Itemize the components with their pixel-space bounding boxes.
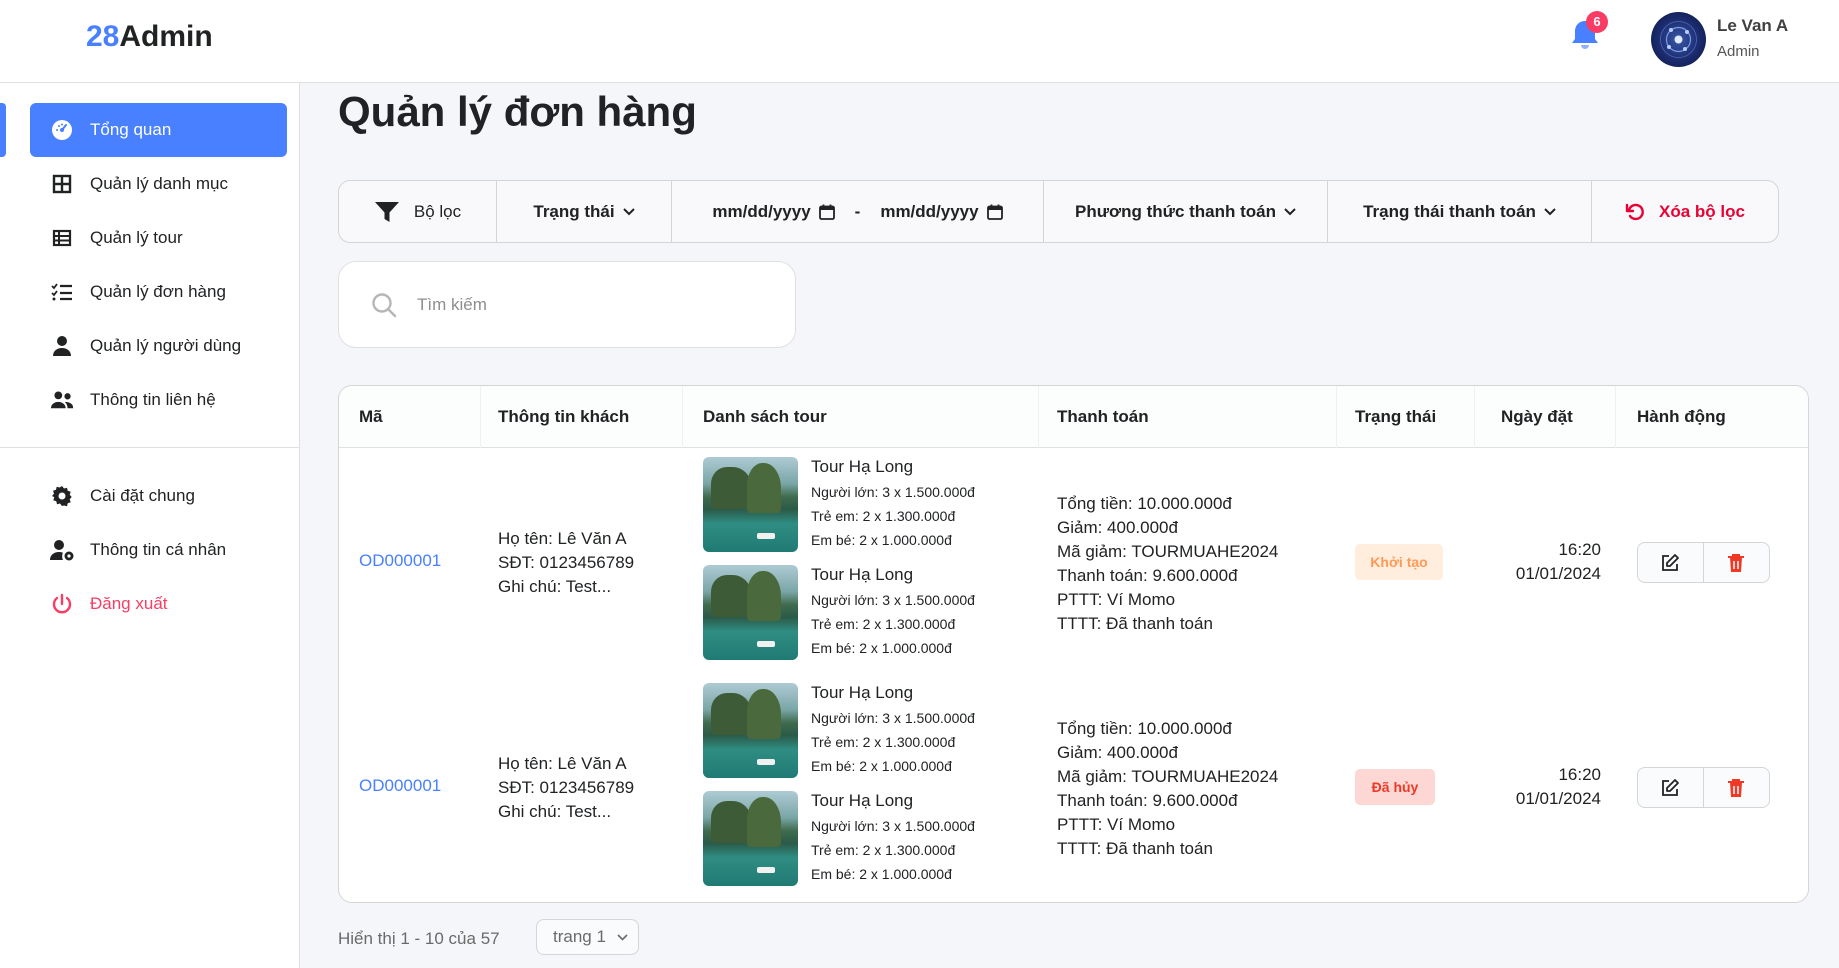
header-separator (1336, 386, 1337, 448)
filter-icon (374, 201, 399, 222)
sidebar-item-settings[interactable]: Cài đặt chung (30, 469, 287, 523)
customer-info: Họ tên: Lê Văn A SĐT: 0123456789 Ghi chú… (498, 529, 635, 596)
table-row: OD000001 Họ tên: Lê Văn A SĐT: 012345678… (339, 457, 1808, 682)
header-separator (1474, 386, 1475, 448)
date-from-input[interactable]: mm/dd/yyyy (712, 202, 835, 222)
table-icon (50, 226, 74, 250)
sidebar-item-orders[interactable]: Quản lý đơn hàng (30, 265, 287, 319)
delete-button[interactable] (1704, 543, 1770, 582)
order-code-link[interactable]: OD000001 (359, 551, 441, 571)
header-separator (682, 386, 683, 448)
sidebar-item-dashboard[interactable]: Tổng quan (30, 103, 287, 157)
row-actions (1637, 767, 1770, 808)
sidebar-item-logout[interactable]: Đăng xuất (30, 577, 287, 631)
users-icon (50, 388, 74, 412)
list-check-icon (50, 280, 74, 304)
app-logo[interactable]: 28Admin (86, 20, 213, 54)
page-select[interactable]: trang 1 (536, 919, 639, 955)
power-icon (50, 592, 74, 616)
col-actions[interactable]: Hành động (1637, 386, 1726, 448)
chevron-down-icon (622, 207, 635, 215)
sidebar-item-users[interactable]: Quản lý người dùng (30, 319, 287, 373)
table-row: OD000001 Họ tên: Lê Văn A SĐT: 012345678… (339, 682, 1808, 902)
search-input[interactable] (417, 294, 767, 315)
top-header: 28Admin 6 Le Van A Admin (0, 0, 1839, 83)
chevron-down-icon (1284, 207, 1296, 215)
sidebar-item-tours[interactable]: Quản lý tour (30, 211, 287, 265)
status-badge: Khởi tạo (1355, 544, 1443, 580)
col-customer[interactable]: Thông tin khách (498, 386, 629, 448)
status-badge: Đã hủy (1355, 769, 1435, 805)
user-icon (50, 334, 74, 358)
page-title: Quản lý đơn hàng (338, 88, 697, 135)
col-code[interactable]: Mã (359, 386, 383, 448)
payment-info: Tổng tiền: 10.000.000đ Giảm: 400.000đ Mã… (1057, 494, 1279, 633)
pagination-summary: Hiển thị 1 - 10 của 57 (338, 929, 500, 948)
avatar[interactable] (1651, 12, 1706, 67)
user-role: Admin (1717, 43, 1760, 60)
date-range: mm/dd/yyyy - mm/dd/yyyy (672, 181, 1044, 242)
delete-button[interactable] (1704, 768, 1770, 807)
sidebar-item-contacts[interactable]: Thông tin liên hệ (30, 373, 287, 427)
trash-icon (1728, 778, 1745, 797)
col-tours[interactable]: Danh sách tour (703, 386, 827, 448)
order-date: 16:20 01/01/2024 (1515, 540, 1601, 583)
col-payment[interactable]: Thanh toán (1057, 386, 1149, 448)
filter-bar: Bộ lọc Trạng thái mm/dd/yyyy - mm/dd/yyy… (338, 180, 1779, 243)
reset-icon (1625, 203, 1644, 220)
tour-image (703, 457, 798, 552)
reset-filter-button[interactable]: Xóa bộ lọc (1592, 181, 1778, 242)
header-separator (1615, 386, 1616, 448)
sidebar: Tổng quan Quản lý danh mục Quản lý tour … (0, 83, 300, 968)
row-actions (1637, 542, 1770, 583)
tour-item: Tour Hạ Long Người lớn: 3 x 1.500.000đ T… (703, 791, 983, 886)
date-separator: - (854, 201, 861, 221)
status-dropdown[interactable]: Trạng thái (497, 181, 672, 242)
search-icon (372, 292, 397, 317)
sidebar-item-profile[interactable]: Thông tin cá nhân (30, 523, 287, 577)
tour-item: Tour Hạ Long Người lớn: 3 x 1.500.000đ T… (703, 683, 983, 778)
tour-image (703, 565, 798, 660)
chevron-down-icon (617, 933, 628, 941)
tour-image (703, 683, 798, 778)
notification-badge: 6 (1586, 11, 1608, 33)
col-order-date[interactable]: Ngày đặt (1501, 386, 1573, 448)
tour-image (703, 791, 798, 886)
search-box (338, 261, 796, 348)
grid-icon (50, 172, 74, 196)
customer-info: Họ tên: Lê Văn A SĐT: 0123456789 Ghi chú… (498, 754, 635, 821)
gear-icon (50, 484, 74, 508)
order-code-link[interactable]: OD000001 (359, 776, 441, 796)
trash-icon (1728, 553, 1745, 572)
header-separator (1038, 386, 1039, 448)
user-gear-icon (50, 538, 74, 562)
calendar-icon (986, 204, 1003, 220)
sidebar-divider (0, 447, 300, 448)
header-separator (480, 386, 481, 448)
date-to-input[interactable]: mm/dd/yyyy (880, 202, 1003, 222)
chevron-down-icon (1544, 207, 1556, 215)
active-indicator (0, 103, 6, 157)
payment-status-dropdown[interactable]: Trạng thái thanh toán (1328, 181, 1592, 242)
edit-icon (1662, 778, 1680, 796)
user-name: Le Van A (1717, 16, 1789, 35)
filter-label: Bộ lọc (339, 181, 497, 242)
sidebar-item-categories[interactable]: Quản lý danh mục (30, 157, 287, 211)
calendar-icon (818, 204, 835, 220)
payment-info: Tổng tiền: 10.000.000đ Giảm: 400.000đ Mã… (1057, 719, 1279, 858)
dashboard-icon (50, 118, 74, 142)
orders-table: Mã Thông tin khách Danh sách tour Thanh … (338, 385, 1809, 903)
edit-button[interactable] (1638, 768, 1704, 807)
order-date: 16:20 01/01/2024 (1515, 765, 1601, 808)
edit-button[interactable] (1638, 543, 1704, 582)
edit-icon (1662, 553, 1680, 571)
tour-item: Tour Hạ Long Người lớn: 3 x 1.500.000đ T… (703, 565, 983, 660)
col-status[interactable]: Trạng thái (1355, 386, 1436, 448)
tour-item: Tour Hạ Long Người lớn: 3 x 1.500.000đ T… (703, 457, 983, 552)
payment-method-dropdown[interactable]: Phương thức thanh toán (1044, 181, 1328, 242)
